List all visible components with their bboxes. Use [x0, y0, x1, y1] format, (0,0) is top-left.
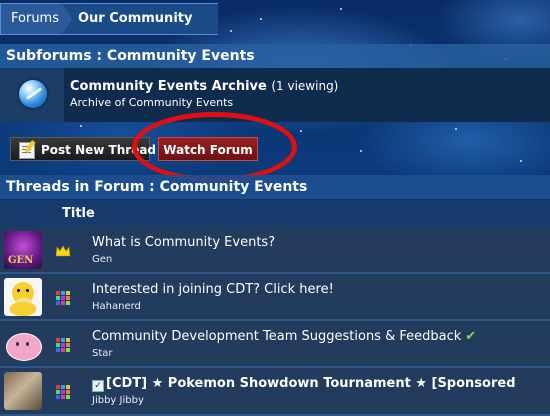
thread-title[interactable]: What is Community Events? [92, 235, 275, 250]
crown-icon [55, 243, 71, 259]
grid-icon [55, 384, 71, 400]
forum-info: Community Events Archive (1 viewing) Arc… [64, 68, 550, 122]
avatar-gen: GEN [4, 231, 42, 269]
checkbox-icon: ✓ [92, 380, 104, 392]
watch-forum-button[interactable]: Watch Forum [158, 137, 258, 161]
post-new-thread-label: Post New Thread [41, 143, 157, 157]
grid-icon [55, 290, 71, 306]
column-header: Title [0, 200, 550, 227]
thread-row[interactable]: ✓ [CDT] ★ Pokemon Showdown Tournament ★ [… [0, 368, 550, 416]
forum-description: Archive of Community Events [70, 96, 234, 109]
avatar-pink [4, 325, 42, 363]
globe-icon [19, 80, 47, 108]
thread-title[interactable]: Community Development Team Suggestions &… [92, 329, 476, 344]
avatar-photo [4, 372, 42, 410]
avatar-psyduck [4, 278, 42, 316]
subforums-header: Subforums : Community Events [0, 44, 550, 68]
watch-forum-label: Watch Forum [163, 143, 253, 157]
column-title[interactable]: Title [62, 206, 95, 221]
breadcrumb-separator-icon [62, 3, 72, 35]
forum-icon-cell [0, 68, 65, 122]
forum-viewing-count: (1 viewing) [271, 79, 339, 93]
thread-title-text: Community Development Team Suggestions &… [92, 329, 462, 344]
threads-header: Threads in Forum : Community Events [0, 175, 550, 199]
thread-row[interactable]: GEN What is Community Events? Gen [0, 227, 550, 274]
breadcrumb-our-community[interactable]: Our Community [62, 3, 218, 35]
subforum-row[interactable]: Community Events Archive (1 viewing) Arc… [0, 68, 550, 122]
thread-author[interactable]: Gen [92, 254, 112, 265]
thread-author[interactable]: Star [92, 348, 113, 359]
thread-row[interactable]: Community Development Team Suggestions &… [0, 321, 550, 368]
grid-icon [55, 337, 71, 353]
thread-title[interactable]: ✓ [CDT] ★ Pokemon Showdown Tournament ★ [… [92, 376, 516, 392]
forum-title-link[interactable]: Community Events Archive [70, 79, 267, 94]
post-new-thread-button[interactable]: Post New Thread [10, 137, 156, 161]
forum-title-line: Community Events Archive (1 viewing) [70, 79, 338, 94]
thread-author[interactable]: Hahanerd [92, 301, 141, 312]
checkmark-icon: ✔ [465, 329, 477, 344]
thread-author[interactable]: Jibby Jibby [92, 395, 144, 406]
breadcrumb: Forums Our Community [0, 0, 550, 37]
thread-title[interactable]: Interested in joining CDT? Click here! [92, 282, 334, 297]
thread-row[interactable]: Interested in joining CDT? Click here! H… [0, 274, 550, 321]
thread-title-text: [CDT] ★ Pokemon Showdown Tournament ★ [S… [106, 376, 516, 391]
